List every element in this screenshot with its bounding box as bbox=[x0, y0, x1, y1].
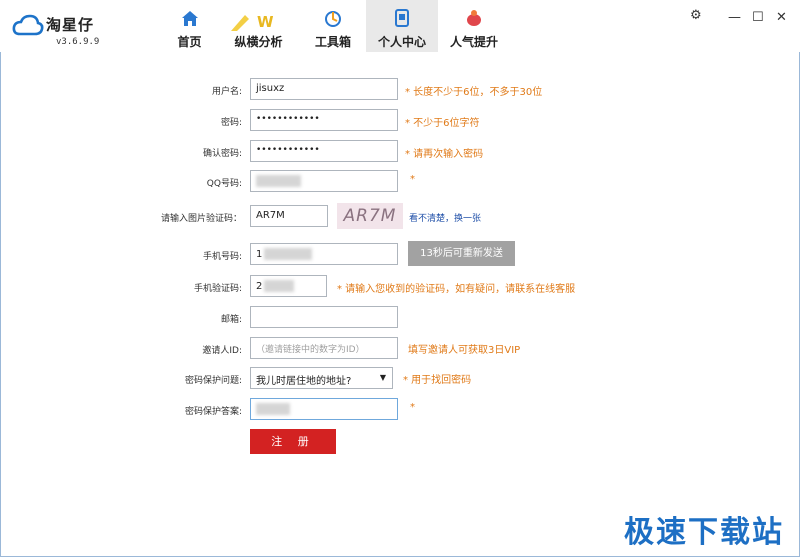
sms-code-field[interactable]: 2 bbox=[250, 275, 327, 297]
inviter-hint: 填写邀请人可获取3日VIP bbox=[408, 345, 521, 356]
settings-gear-icon[interactable]: ⚙ bbox=[690, 8, 702, 23]
qq-label: QQ号码: bbox=[206, 179, 242, 189]
tab-analysis-label: 纵横分析 bbox=[234, 35, 283, 49]
confirm-password-field[interactable]: •••••••••••• bbox=[250, 140, 398, 162]
toolbox-icon bbox=[300, 9, 366, 29]
resend-code-button[interactable]: 13秒后可重新发送 bbox=[408, 241, 515, 266]
security-question-value: 我儿时居住地的地址? bbox=[256, 376, 352, 387]
tab-toolbox[interactable]: 工具箱 bbox=[300, 0, 366, 52]
security-answer-label: 密码保护答案: bbox=[184, 407, 242, 417]
confirm-password-label: 确认密码: bbox=[202, 149, 242, 159]
cloud-logo-icon bbox=[12, 14, 44, 39]
email-label: 邮箱: bbox=[220, 315, 242, 325]
watermark: 极速下载站 bbox=[624, 515, 784, 550]
sms-code-hint: * 请输入您收到的验证码，如有疑问，请联系在线客服 bbox=[337, 284, 576, 295]
password-hint: * 不少于6位字符 bbox=[405, 118, 480, 129]
tab-user-center-label: 个人中心 bbox=[377, 35, 426, 49]
username-hint: * 长度不少于6位，不多于30位 bbox=[405, 87, 543, 98]
svg-text:W: W bbox=[257, 13, 274, 31]
close-button[interactable]: ✕ bbox=[776, 10, 787, 25]
minimize-button[interactable]: — bbox=[728, 10, 741, 25]
email-field[interactable] bbox=[250, 306, 398, 328]
captcha-field[interactable]: AR7M bbox=[250, 205, 328, 227]
title-bar: 淘星仔 v3.6.9.9 首页 W 纵横分析 工具箱 个人中心 人气提升 ⚙ —… bbox=[0, 0, 800, 52]
captcha-image[interactable]: AR7M bbox=[337, 203, 403, 229]
phone-value: 1 bbox=[256, 249, 263, 260]
app-version: v3.6.9.9 bbox=[56, 37, 100, 47]
confirm-password-hint: * 请再次输入密码 bbox=[405, 149, 484, 160]
blurred-value bbox=[264, 248, 313, 260]
qq-field[interactable] bbox=[250, 170, 398, 192]
home-icon bbox=[162, 9, 217, 29]
inviter-label: 邀请人ID: bbox=[202, 346, 242, 356]
sms-code-label: 手机验证码: bbox=[193, 284, 242, 294]
blurred-value bbox=[264, 280, 295, 292]
user-center-icon bbox=[366, 9, 438, 29]
captcha-label: 请输入图片验证码： bbox=[160, 214, 242, 224]
security-answer-hint: * bbox=[410, 402, 415, 413]
dropdown-arrow-icon: ▼ bbox=[379, 373, 386, 382]
password-field[interactable]: •••••••••••• bbox=[250, 109, 398, 131]
username-label: 用户名: bbox=[211, 87, 242, 97]
username-field[interactable]: jisuxz bbox=[250, 78, 398, 100]
tab-analysis[interactable]: W 纵横分析 bbox=[217, 0, 300, 52]
tab-home-label: 首页 bbox=[177, 35, 202, 49]
security-answer-field[interactable] bbox=[250, 398, 398, 420]
app-name: 淘星仔 bbox=[46, 16, 95, 34]
blurred-value bbox=[256, 403, 290, 415]
phone-field[interactable]: 1 bbox=[250, 243, 398, 265]
tab-popularity[interactable]: 人气提升 bbox=[438, 0, 510, 52]
tab-toolbox-label: 工具箱 bbox=[314, 35, 351, 49]
captcha-refresh-link[interactable]: 看不清楚，换一张 bbox=[409, 211, 481, 224]
password-label: 密码: bbox=[220, 118, 242, 128]
qq-hint: * bbox=[410, 174, 415, 185]
tab-user-center[interactable]: 个人中心 bbox=[366, 0, 438, 52]
tab-home[interactable]: 首页 bbox=[162, 0, 217, 52]
inviter-field[interactable]: （邀请链接中的数字为ID） bbox=[250, 337, 398, 359]
blurred-value bbox=[256, 175, 301, 187]
register-button[interactable]: 注 册 bbox=[250, 429, 336, 454]
analysis-icon: W bbox=[217, 9, 300, 31]
security-question-hint: * 用于找回密码 bbox=[403, 375, 472, 386]
maximize-button[interactable]: ☐ bbox=[752, 10, 764, 25]
sms-code-value: 2 bbox=[256, 281, 263, 292]
security-question-label: 密码保护问题: bbox=[184, 376, 242, 386]
phone-label: 手机号码: bbox=[202, 252, 242, 262]
security-question-select[interactable]: 我儿时居住地的地址? ▼ bbox=[250, 367, 393, 389]
tab-popularity-label: 人气提升 bbox=[449, 35, 498, 49]
main-nav: 首页 W 纵横分析 工具箱 个人中心 人气提升 bbox=[162, 0, 510, 52]
popularity-icon bbox=[438, 9, 510, 29]
